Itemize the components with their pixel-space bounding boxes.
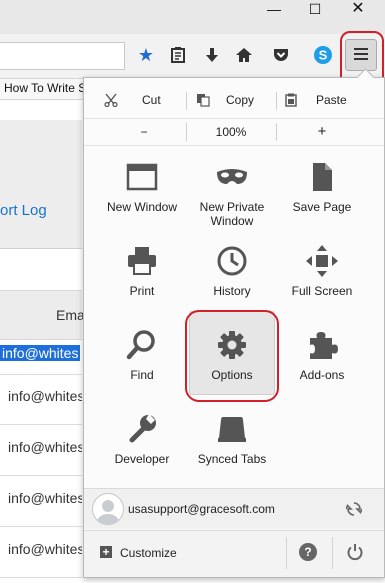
table-row[interactable]: info@whites <box>0 527 82 578</box>
minimize-button[interactable]: — <box>254 0 294 20</box>
cut-button[interactable]: Cut <box>104 86 174 114</box>
avatar <box>92 493 124 525</box>
email-cell: info@whites <box>8 439 82 455</box>
private-mask-icon <box>217 169 247 184</box>
email-column-header[interactable]: Ema <box>56 307 85 323</box>
new-private-window-button[interactable]: New Private Window <box>187 160 277 236</box>
maximize-button[interactable]: ☐ <box>295 0 335 20</box>
customize-label: Customize <box>120 546 177 560</box>
email-cell: info@whites <box>0 345 81 361</box>
copy-icon <box>197 94 210 107</box>
footer-separator <box>286 537 287 569</box>
history-clock-icon <box>217 246 247 276</box>
table-row[interactable]: info@whites <box>0 374 82 425</box>
new-window-label: New Window <box>106 200 178 214</box>
find-button[interactable]: Find <box>97 328 187 404</box>
email-cell: info@whites <box>8 388 82 404</box>
save-page-icon <box>313 163 332 191</box>
cut-label: Cut <box>142 93 161 107</box>
new-private-window-label: New Private Window <box>199 200 265 228</box>
table-row[interactable]: info@whites <box>0 340 82 375</box>
gear-icon <box>218 331 246 359</box>
footer-separator <box>332 537 333 569</box>
scissors-icon <box>104 93 118 107</box>
email-cell: info@whites <box>8 490 82 506</box>
customize-plus-icon: + <box>100 546 112 558</box>
print-button[interactable]: Print <box>97 244 187 320</box>
developer-label: Developer <box>114 452 170 466</box>
options-button[interactable]: Options <box>187 328 277 404</box>
developer-button[interactable]: Developer <box>97 412 187 488</box>
edit-separator <box>276 92 277 110</box>
copy-label: Copy <box>226 93 255 107</box>
power-icon[interactable] <box>346 543 364 561</box>
zoom-controls: − 100% + <box>84 118 384 146</box>
fullscreen-button[interactable]: Full Screen <box>277 244 367 320</box>
addons-label: Add-ons <box>299 368 345 382</box>
fullscreen-icon <box>306 245 338 277</box>
edit-controls: Cut Copy Paste <box>84 86 384 114</box>
skype-icon[interactable]: S <box>312 44 334 66</box>
table-row[interactable]: info@whites <box>0 476 82 527</box>
email-table: Ema info@whites info@whites info@whites … <box>0 290 85 583</box>
menu-footer: + Customize ? <box>84 530 384 577</box>
addons-button[interactable]: Add-ons <box>277 328 367 404</box>
window-titlebar: — ☐ ✕ <box>0 0 385 34</box>
bookmark-star-icon[interactable]: ★ <box>135 44 157 66</box>
copy-button[interactable]: Copy <box>196 86 276 114</box>
save-page-label: Save Page <box>292 200 352 214</box>
zoom-separator <box>276 123 277 141</box>
edit-separator <box>186 92 187 110</box>
synced-tabs-icon <box>218 417 246 442</box>
puzzle-icon <box>310 332 338 359</box>
options-label: Options <box>211 368 253 382</box>
synced-tabs-label: Synced Tabs <box>197 452 267 466</box>
support-log-link[interactable]: ort Log <box>0 202 47 219</box>
find-label: Find <box>130 368 154 382</box>
navigation-toolbar: ★ S <box>0 34 385 79</box>
customize-button[interactable]: + Customize <box>100 543 177 563</box>
new-window-button[interactable]: New Window <box>97 160 187 236</box>
url-bar[interactable] <box>0 42 125 70</box>
sync-icon[interactable] <box>346 501 362 517</box>
zoom-in-button[interactable]: + <box>302 119 342 145</box>
save-page-button[interactable]: Save Page <box>277 160 367 236</box>
history-label: History <box>213 284 251 298</box>
reading-list-icon[interactable] <box>167 44 189 66</box>
table-row[interactable]: info@whites <box>0 425 82 476</box>
print-icon <box>128 247 156 275</box>
zoom-out-button[interactable]: − <box>124 119 164 145</box>
bookmark-item[interactable]: How To Write S <box>0 79 87 98</box>
pocket-icon[interactable] <box>270 44 292 66</box>
help-icon[interactable]: ? <box>299 543 317 561</box>
paste-label: Paste <box>316 93 347 107</box>
fullscreen-label: Full Screen <box>291 284 353 298</box>
page-header-panel: ort Log <box>0 120 82 249</box>
account-email: usasupport@gracesoft.com <box>128 502 275 516</box>
wrench-icon <box>129 414 156 443</box>
zoom-separator <box>186 123 187 141</box>
zoom-reset-button[interactable]: 100% <box>196 119 266 145</box>
open-menu-button[interactable] <box>345 39 377 71</box>
history-button[interactable]: History <box>187 244 277 320</box>
synced-tabs-button[interactable]: Synced Tabs <box>187 412 277 488</box>
home-icon[interactable] <box>233 44 255 66</box>
email-cell: info@whites <box>8 541 82 557</box>
close-button[interactable]: ✕ <box>338 0 378 20</box>
search-icon <box>126 330 155 360</box>
download-icon[interactable] <box>201 44 223 66</box>
main-menu-panel: Cut Copy Paste − 100% + New Window New P… <box>83 68 385 578</box>
clipboard-icon <box>285 93 297 107</box>
print-label: Print <box>129 284 155 298</box>
sync-account-row[interactable]: usasupport@gracesoft.com <box>84 488 384 529</box>
paste-button[interactable]: Paste <box>284 86 374 114</box>
new-window-icon <box>126 163 158 191</box>
table-header: Ema <box>0 290 85 340</box>
svg-text:S: S <box>319 48 328 63</box>
